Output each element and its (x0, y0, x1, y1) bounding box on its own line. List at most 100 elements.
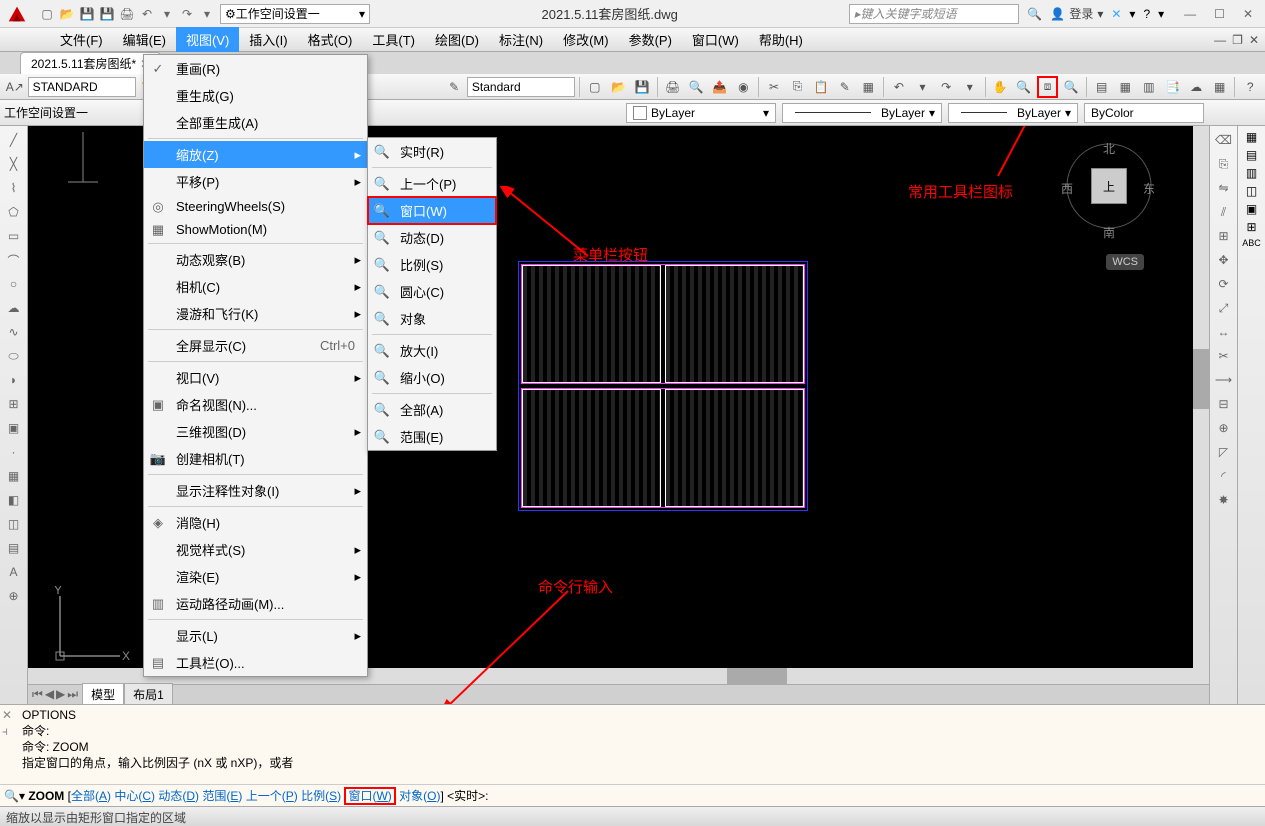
cmd-option[interactable]: 全部(A) (71, 789, 111, 803)
zoom-submenu-item[interactable]: 🔍上一个(P) (368, 170, 496, 197)
tab-model[interactable]: 模型 (82, 683, 124, 704)
properties-icon[interactable]: ▤ (1091, 76, 1113, 98)
chevron-down-icon[interactable]: ▾ (1158, 7, 1164, 21)
palette3-icon[interactable]: ▥ (1246, 166, 1257, 180)
view-menu-item[interactable]: ▦ShowMotion(M) (144, 218, 367, 241)
move-icon[interactable]: ✥ (1214, 250, 1234, 270)
rectangle-icon[interactable]: ▭ (4, 226, 24, 246)
doc-close-icon[interactable]: ✕ (1249, 33, 1259, 47)
cmd-option[interactable]: 比例(S) (301, 789, 341, 803)
palette4-icon[interactable]: ◫ (1246, 184, 1257, 198)
menu-insert[interactable]: 插入(I) (239, 27, 297, 52)
publish-icon[interactable]: 📤 (709, 76, 731, 98)
gradient-icon[interactable]: ◧ (4, 490, 24, 510)
view-menu-item[interactable]: 相机(C)▸ (144, 273, 367, 300)
zoom-submenu-item[interactable]: 🔍对象 (368, 305, 496, 332)
palette6-icon[interactable]: ⊞ (1246, 220, 1256, 234)
new-icon[interactable]: ▢ (38, 5, 56, 23)
cmd-option[interactable]: 对象(O) (399, 789, 440, 803)
viewcube-top[interactable]: 上 (1091, 168, 1127, 204)
wcs-badge[interactable]: WCS (1106, 254, 1144, 270)
rotate-icon[interactable]: ⟳ (1214, 274, 1234, 294)
matchprop-icon[interactable]: ✎ (834, 76, 856, 98)
open-icon[interactable]: 📂 (608, 76, 630, 98)
view-menu-item[interactable]: 缩放(Z)▸ (144, 141, 367, 168)
erase-icon[interactable]: ⌫ (1214, 130, 1234, 150)
exchange-icon[interactable]: ✕ (1111, 7, 1121, 21)
login-button[interactable]: 👤 登录 ▾ (1050, 5, 1103, 22)
zoom-submenu-item[interactable]: 🔍窗口(W) (368, 197, 496, 224)
linetype-selector[interactable]: ByLayer▾ (782, 103, 942, 123)
revcloud-icon[interactable]: ☁ (4, 298, 24, 318)
view-menu-item[interactable]: 平移(P)▸ (144, 168, 367, 195)
menu-window[interactable]: 窗口(W) (682, 27, 749, 52)
textstyle-selector[interactable]: STANDARD (28, 77, 136, 97)
zoom-submenu-item[interactable]: 🔍实时(R) (368, 138, 496, 165)
zoom-submenu-item[interactable]: 🔍放大(I) (368, 337, 496, 364)
doc-minimize-icon[interactable]: — (1214, 33, 1226, 47)
explode-icon[interactable]: ✸ (1214, 490, 1234, 510)
saveas-icon[interactable]: 💾 (98, 5, 116, 23)
designcenter-icon[interactable]: ▦ (1115, 76, 1137, 98)
view-menu-item[interactable]: 显示注释性对象(I)▸ (144, 477, 367, 504)
zoom-realtime-icon[interactable]: 🔍 (1013, 76, 1035, 98)
zoom-submenu-item[interactable]: 🔍全部(A) (368, 396, 496, 423)
view-menu-item[interactable]: 重生成(G) (144, 82, 367, 109)
menu-draw[interactable]: 绘图(D) (425, 27, 489, 52)
view-menu-item[interactable]: 显示(L)▸ (144, 622, 367, 649)
dropdown-icon[interactable]: ▾ (198, 5, 216, 23)
undo-icon[interactable]: ↶ (888, 76, 910, 98)
insertblock-icon[interactable]: ⊞ (4, 394, 24, 414)
open-icon[interactable]: 📂 (58, 5, 76, 23)
line-icon[interactable]: ╱ (4, 130, 24, 150)
view-menu-item[interactable]: ✓重画(R) (144, 55, 367, 82)
menu-modify[interactable]: 修改(M) (553, 27, 619, 52)
dimstyle-selector[interactable]: Standard (467, 77, 575, 97)
help-icon[interactable]: ? (1143, 7, 1150, 21)
view-menu-item[interactable]: ◈消隐(H) (144, 509, 367, 536)
textstyle-icon[interactable]: A↗ (4, 76, 26, 98)
ellipsearc-icon[interactable]: ◗ (4, 370, 24, 390)
view-menu-item[interactable]: ▣命名视图(N)... (144, 391, 367, 418)
palette1-icon[interactable]: ▦ (1246, 130, 1257, 144)
search-icon[interactable]: 🔍 (1027, 7, 1042, 21)
menu-view[interactable]: 视图(V) (176, 27, 239, 52)
zoom-previous-icon[interactable]: 🔍 (1060, 76, 1082, 98)
cmd-lock-icon[interactable]: ⫞ (2, 723, 8, 739)
circle-icon[interactable]: ○ (4, 274, 24, 294)
menu-tools[interactable]: 工具(T) (362, 27, 425, 52)
zoom-submenu-item[interactable]: 🔍动态(D) (368, 224, 496, 251)
makeblock-icon[interactable]: ▣ (4, 418, 24, 438)
chevron-down-icon[interactable]: ▾ (1129, 7, 1135, 21)
color-selector[interactable]: ByLayer▾ (626, 103, 776, 123)
ellipse-icon[interactable]: ⬭ (4, 346, 24, 366)
view-menu-item[interactable]: 📷创建相机(T) (144, 445, 367, 472)
cmd-close-icon[interactable]: ✕ (2, 707, 12, 723)
view-menu-item[interactable]: 漫游和飞行(K)▸ (144, 300, 367, 327)
markup-icon[interactable]: ☁ (1185, 76, 1207, 98)
menu-format[interactable]: 格式(O) (298, 27, 363, 52)
scale-icon[interactable]: ⤢ (1214, 298, 1234, 318)
palette7-icon[interactable]: ABC (1242, 238, 1261, 248)
save-icon[interactable]: 💾 (631, 76, 653, 98)
doc-restore-icon[interactable]: ❐ (1232, 33, 1243, 47)
zoom-window-icon[interactable]: ⧈ (1037, 76, 1059, 98)
vscrollbar[interactable] (1193, 126, 1209, 684)
zoom-submenu-item[interactable]: 🔍范围(E) (368, 423, 496, 450)
print-icon[interactable]: 🖨 (118, 5, 136, 23)
toolpalettes-icon[interactable]: ▥ (1138, 76, 1160, 98)
point-icon[interactable]: · (4, 442, 24, 462)
zoom-submenu-item[interactable]: 🔍缩小(O) (368, 364, 496, 391)
dropdown-icon[interactable]: ▾ (158, 5, 176, 23)
undo-icon[interactable]: ↶ (138, 5, 156, 23)
tab-layout1[interactable]: 布局1 (124, 683, 173, 704)
menu-file[interactable]: 文件(F) (50, 27, 113, 52)
palette2-icon[interactable]: ▤ (1246, 148, 1257, 162)
help-icon[interactable]: ? (1239, 76, 1261, 98)
copy-icon[interactable]: ⎘ (1214, 154, 1234, 174)
table-icon[interactable]: ▤ (4, 538, 24, 558)
cmd-option[interactable]: 动态(D) (158, 789, 199, 803)
app-logo[interactable] (0, 0, 34, 28)
lineweight-selector[interactable]: ByLayer▾ (948, 103, 1078, 123)
trim-icon[interactable]: ✂ (1214, 346, 1234, 366)
